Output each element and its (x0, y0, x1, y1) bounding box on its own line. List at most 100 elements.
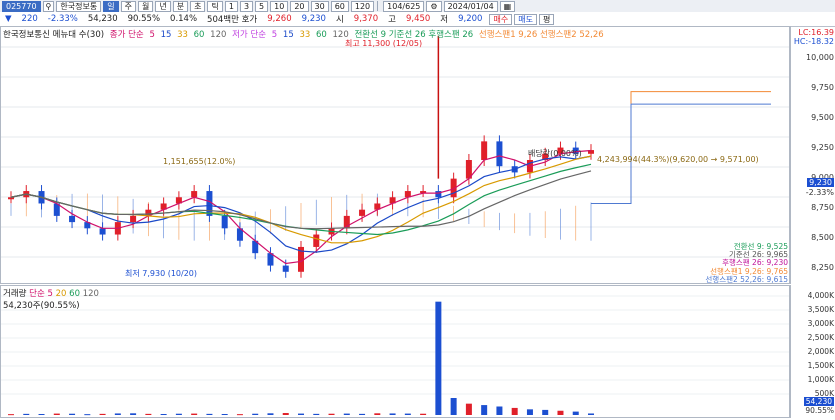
candle-body (191, 191, 198, 198)
candle-body (130, 215, 137, 223)
volume-bar (542, 409, 549, 415)
open-price: 9,370 (353, 14, 379, 24)
volume-bar (481, 405, 488, 415)
settings-icon[interactable]: ⚙ (426, 0, 442, 12)
tab-year[interactable]: 년 (155, 0, 171, 12)
turnover-rate: 0.14% (170, 14, 198, 24)
volume-bar (343, 413, 350, 415)
tab-day[interactable]: 일 (103, 0, 119, 12)
volume-bar (191, 413, 198, 415)
lc-label: LC:16.39 (798, 28, 834, 37)
volume-bar (465, 403, 472, 415)
interval-1[interactable]: 1 (224, 0, 238, 12)
chart-legend: 한국정보통신 메뉴대 수(30) 종가 단순 5 15 33 60 120 저가… (3, 28, 607, 40)
volume-chart[interactable] (0, 285, 790, 418)
calendar-icon[interactable]: ▦ (499, 0, 516, 12)
change-pct: -2.33% (47, 14, 78, 24)
volume-bar (435, 301, 442, 415)
volume-bar (267, 413, 274, 415)
candle-body (359, 209, 366, 216)
stock-code[interactable]: 025770 (2, 0, 41, 12)
ichimoku-values: 전환선 9: 9,525 기준선 26: 9,965 후행스팬 26: 9,23… (688, 242, 788, 284)
volume-bar (206, 413, 213, 415)
divider (377, 1, 379, 11)
volume-bar (38, 414, 45, 416)
quote-label: 504백만 호가 (207, 15, 258, 25)
candle-body (282, 265, 289, 272)
current-change: -2.33% (805, 188, 834, 197)
price-tick: 8,500 (811, 233, 834, 242)
span-forward (591, 103, 771, 204)
volume-bar (404, 413, 411, 415)
ask-price: 9,230 (301, 14, 326, 24)
volume-now-badge: 54,230 (803, 397, 834, 406)
volume-tick: 4,000K (807, 291, 834, 300)
ma-60: 60 (193, 30, 205, 40)
volume-bar (298, 413, 304, 415)
volume-tick: 3,000K (807, 319, 834, 328)
candle-body (496, 141, 503, 167)
tab-month[interactable]: 월 (137, 0, 154, 12)
price-tick: 9,250 (811, 143, 834, 152)
volume-bar (588, 413, 594, 415)
page-indicator[interactable]: 104/625 (383, 0, 425, 12)
interval-120[interactable]: 120 (350, 0, 375, 12)
tab-tick[interactable]: 틱 (207, 0, 223, 12)
volume-bar (374, 413, 381, 415)
candle-body (8, 197, 14, 200)
candle-body (69, 215, 76, 223)
ma-15: 15 (160, 30, 172, 40)
interval-5[interactable]: 5 (255, 0, 269, 12)
price-axis: LC:16.39 HC:-18.32 10,000 9,750 9,500 9,… (790, 26, 835, 284)
current-price-badge: 9,230 (807, 178, 834, 187)
buy-button[interactable]: 매수 (489, 13, 513, 25)
volume-tick: 1,500K (807, 361, 834, 370)
low-price: 9,200 (458, 14, 483, 24)
price-tick: 8,250 (811, 263, 834, 272)
interval-10[interactable]: 10 (270, 0, 289, 12)
price-tick: 9,750 (811, 83, 834, 92)
candle-body (313, 234, 320, 247)
volume-ma-label: 단순 (29, 289, 45, 299)
span-legend: 선행스팬1 9,26 선행스팬2 52,26 (478, 30, 604, 40)
date-field[interactable]: 2024/01/04 (443, 0, 498, 12)
volume-bar (526, 409, 533, 415)
low-ma-60: 60 (315, 30, 327, 40)
search-icon[interactable]: ⚲ (42, 0, 55, 12)
ma-label: 종가 단순 (109, 30, 144, 40)
volume-bar (313, 413, 320, 415)
sell-button[interactable]: 매도 (514, 13, 537, 25)
low-ma-5: 5 (271, 30, 278, 40)
interval-30[interactable]: 30 (310, 0, 329, 12)
volume-bar (282, 413, 289, 415)
volume-bar (8, 414, 14, 416)
volume-ma-20: 20 (55, 289, 67, 299)
volume-bar (84, 414, 91, 416)
tab-second[interactable]: 초 (190, 0, 206, 12)
volume-bar (328, 413, 335, 415)
dividend-note: 배당락(0.00%) (528, 149, 582, 158)
interval-20[interactable]: 20 (290, 0, 309, 12)
volume-bar (160, 414, 167, 416)
candle-body (221, 215, 228, 229)
tab-week[interactable]: 주 (120, 0, 136, 12)
volume-value: 54,230 (87, 14, 118, 24)
change-value: 220 (21, 14, 38, 24)
flat-button[interactable]: 평 (538, 13, 555, 25)
interval-60[interactable]: 60 (330, 0, 349, 12)
price-tick: 8,750 (811, 203, 834, 212)
stock-name[interactable]: 한국정보통 (56, 0, 102, 12)
low-ma-33: 33 (299, 30, 311, 40)
high-label: 고 (388, 15, 396, 25)
volume-bar (69, 413, 76, 415)
interval-3[interactable]: 3 (239, 0, 254, 12)
volume-axis: 4,000K 3,500K 3,000K 2,500K 2,000K 1,500… (790, 285, 835, 418)
volume-bar (450, 398, 457, 415)
volume-bar (145, 413, 152, 415)
candle-body (481, 141, 488, 160)
volume-bar (23, 413, 30, 415)
volume-now-pct: 90.55% (805, 406, 834, 415)
tab-minute[interactable]: 분 (172, 0, 189, 12)
volume-bar (99, 413, 106, 415)
ma-120: 120 (210, 30, 227, 40)
